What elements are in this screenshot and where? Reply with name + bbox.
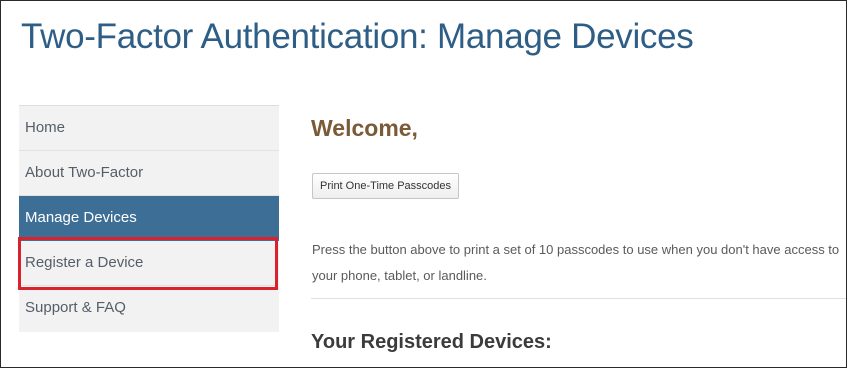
print-passcodes-description: Press the button above to print a set of…: [312, 242, 840, 283]
sidebar-item-about-two-factor[interactable]: About Two-Factor: [19, 151, 279, 196]
screenshot-frame: Two-Factor Authentication: Manage Device…: [0, 0, 847, 368]
registered-devices-heading: Your Registered Devices:: [311, 331, 552, 353]
welcome-heading: Welcome,: [311, 115, 418, 141]
section-divider: [311, 298, 846, 299]
sidebar-nav: Home About Two-Factor Manage Devices Reg…: [19, 105, 279, 332]
sidebar-item-home[interactable]: Home: [19, 106, 279, 151]
sidebar-item-support-faq[interactable]: Support & FAQ: [19, 286, 279, 331]
sidebar-item-register-device[interactable]: Register a Device: [19, 241, 279, 286]
print-passcodes-button[interactable]: Print One-Time Passcodes: [312, 173, 460, 199]
sidebar-item-manage-devices[interactable]: Manage Devices: [19, 196, 279, 241]
page-title: Two-Factor Authentication: Manage Device…: [21, 17, 694, 56]
